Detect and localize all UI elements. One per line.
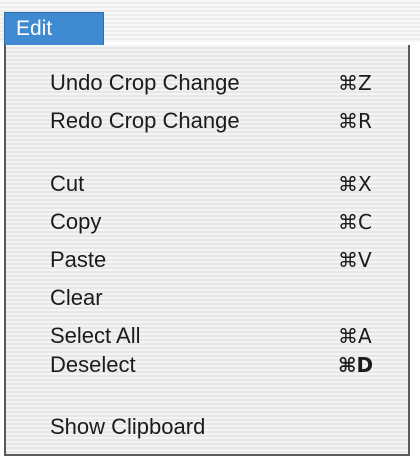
menu-item-shortcut: ⌘D	[338, 353, 374, 377]
menu-item-shortcut: ⌘C	[338, 210, 372, 234]
menu-item-label: Deselect	[50, 352, 136, 377]
edit-menu-title[interactable]: Edit	[4, 12, 104, 46]
menu-item-cut[interactable]: Cut ⌘X	[50, 166, 380, 202]
menu-item-label: Clear	[50, 285, 103, 310]
menu-item-shortcut: ⌘V	[338, 248, 372, 272]
menu-item-label: Cut	[50, 171, 85, 196]
menu-item-copy[interactable]: Copy ⌘C	[50, 204, 380, 240]
menu-item-label: Copy	[50, 209, 102, 234]
menu-item-paste[interactable]: Paste ⌘V	[50, 242, 380, 278]
menu-item-undo-crop-change[interactable]: Undo Crop Change ⌘Z	[50, 65, 380, 101]
menu-item-label: Undo Crop Change	[50, 70, 240, 95]
menu-item-show-clipboard[interactable]: Show Clipboard	[50, 409, 380, 445]
menu-item-redo-crop-change[interactable]: Redo Crop Change ⌘R	[50, 103, 380, 139]
menu-item-label: Redo Crop Change	[50, 108, 240, 133]
menu-item-clear[interactable]: Clear	[50, 280, 380, 316]
menu-bar: Edit	[0, 0, 420, 46]
menu-item-label: Show Clipboard	[50, 414, 206, 439]
menu-item-shortcut: ⌘R	[338, 109, 372, 133]
menu-item-deselect[interactable]: Deselect ⌘D	[50, 347, 380, 383]
menu-item-shortcut: ⌘Z	[338, 71, 372, 95]
edit-menu-dropdown: Undo Crop Change ⌘Z Redo Crop Change ⌘R …	[4, 45, 410, 456]
menu-item-shortcut: ⌘X	[338, 172, 372, 196]
menu-item-label: Paste	[50, 247, 107, 272]
